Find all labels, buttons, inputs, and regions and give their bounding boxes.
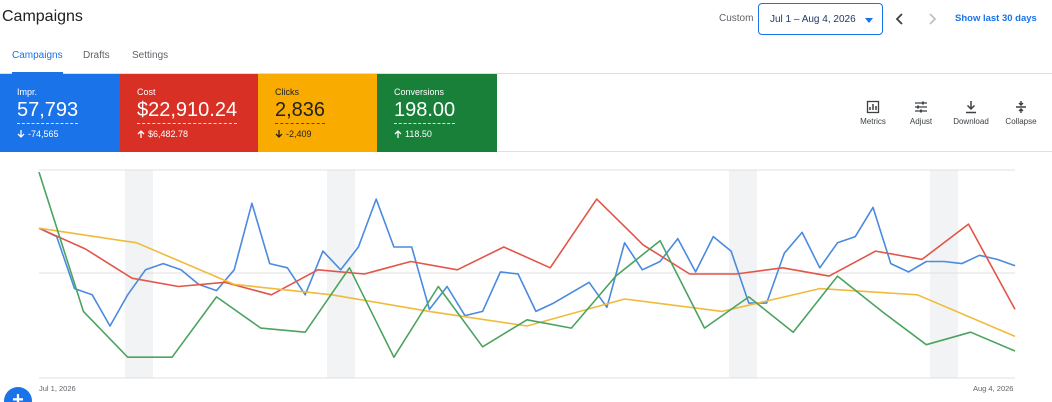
collapse-button[interactable]: Collapse — [999, 100, 1043, 126]
scorecard-label: Impr. — [17, 87, 38, 97]
scorecard-label: Clicks — [275, 87, 299, 97]
metrics-button[interactable]: Metrics — [851, 100, 895, 126]
chevron-down-icon — [865, 18, 873, 23]
weekend-band — [930, 170, 958, 378]
delta-value: -74,565 — [28, 129, 59, 139]
scorecard-value: $22,910.24 — [137, 99, 238, 124]
performance-chart[interactable]: Jul 1, 2026 Aug 4, 2026 — [0, 153, 1052, 402]
date-range-value: Jul 1 – Aug 4, 2026 — [770, 14, 856, 25]
download-icon — [966, 101, 976, 114]
adjust-button[interactable]: Adjust — [899, 100, 943, 126]
collapse-label: Collapse — [1005, 117, 1037, 126]
series-line-impr — [38, 198, 1016, 327]
scorecard-row: Impr. 57,793 -74,565 Cost $22,910.24 $6,… — [0, 74, 1052, 152]
scorecard-cost[interactable]: Cost $22,910.24 $6,482.78 — [120, 74, 258, 152]
scorecard-value: 2,836 — [275, 99, 326, 124]
scorecard-delta: 118.50 — [394, 129, 432, 139]
tab-campaigns[interactable]: Campaigns — [12, 50, 63, 74]
scorecard-value: 198.00 — [394, 99, 456, 124]
arrow-down-icon — [275, 130, 283, 138]
page-header: Campaigns Custom Jul 1 – Aug 4, 2026 Sho… — [0, 0, 1052, 38]
delta-value: 118.50 — [405, 129, 432, 139]
scorecard-label: Conversions — [394, 87, 445, 97]
scorecard-delta: -2,409 — [275, 129, 312, 139]
adjust-icon — [915, 101, 927, 113]
arrow-up-icon — [137, 130, 145, 138]
metrics-label: Metrics — [860, 117, 886, 126]
page-title: Campaigns — [2, 8, 83, 25]
scorecard-value: 57,793 — [17, 99, 79, 124]
series-line-conversions — [38, 171, 1016, 358]
scorecard-conversions[interactable]: Conversions 198.00 118.50 — [377, 74, 497, 152]
x-axis-start-label: Jul 1, 2026 — [39, 384, 76, 393]
previous-period-button[interactable] — [889, 8, 911, 30]
arrow-up-icon — [394, 130, 402, 138]
weekend-band — [125, 170, 153, 378]
arrow-down-icon — [17, 130, 25, 138]
metrics-icon — [866, 100, 880, 114]
next-period-button[interactable] — [921, 8, 943, 30]
scorecard-clicks[interactable]: Clicks 2,836 -2,409 — [258, 74, 377, 152]
collapse-icon — [1016, 101, 1026, 113]
scorecard-impressions[interactable]: Impr. 57,793 -74,565 — [0, 74, 120, 152]
tab-settings[interactable]: Settings — [132, 50, 168, 74]
x-axis-end-label: Aug 4, 2026 — [973, 384, 1014, 393]
tab-bar: Campaigns Drafts Settings — [0, 40, 1052, 74]
tab-drafts[interactable]: Drafts — [83, 50, 110, 74]
show-last-30-days-link[interactable]: Show last 30 days — [955, 13, 1037, 24]
delta-value: -2,409 — [286, 129, 312, 139]
scorecard-delta: $6,482.78 — [137, 129, 188, 139]
adjust-label: Adjust — [909, 117, 933, 126]
scorecard-delta: -74,565 — [17, 129, 59, 139]
download-button[interactable]: Download — [949, 100, 993, 126]
chart-canvas — [38, 169, 1016, 379]
delta-value: $6,482.78 — [148, 129, 189, 139]
scorecard-label: Cost — [137, 87, 156, 97]
weekend-band — [327, 170, 355, 378]
chevron-right-icon — [929, 13, 937, 25]
custom-label: Custom — [719, 13, 754, 24]
date-range-select[interactable]: Jul 1 – Aug 4, 2026 — [758, 3, 883, 35]
download-label: Download — [953, 117, 989, 126]
chevron-left-icon — [895, 13, 903, 25]
